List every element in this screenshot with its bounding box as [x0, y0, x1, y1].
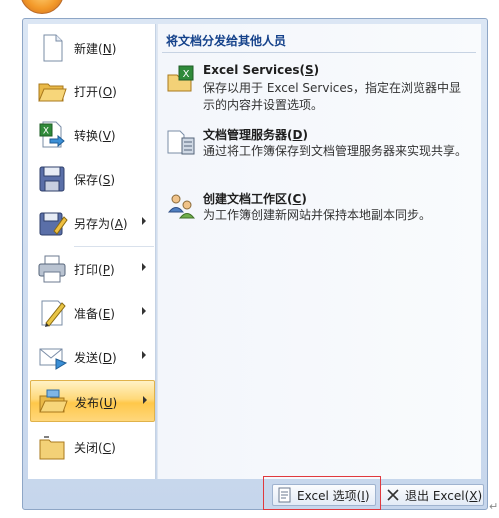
- exit-excel-button[interactable]: 退出 Excel(X): [380, 484, 484, 506]
- menu-item-label: 保存: [74, 173, 99, 187]
- close-icon: [387, 489, 399, 501]
- menu-item-close[interactable]: 关闭(C): [30, 426, 155, 468]
- menu-item-label: 打开: [74, 85, 99, 99]
- menu-item-new[interactable]: 新建(N): [30, 27, 155, 69]
- menu-item-save[interactable]: 保存(S): [30, 158, 155, 200]
- convert-icon: X: [39, 121, 65, 148]
- office-button[interactable]: [20, 0, 64, 14]
- menu-item-publish[interactable]: 发布(U): [30, 380, 155, 422]
- panel-item-description: 通过将工作簿保存到文档管理服务器来实现共享。: [203, 144, 468, 158]
- menu-item-label: 关闭: [74, 441, 99, 455]
- menu-footer: Excel 选项(I) 退出 Excel(X): [24, 481, 486, 509]
- excel-services-icon: X: [167, 65, 194, 92]
- menu-item-label: 另存为: [74, 217, 111, 231]
- open-folder-icon: [38, 83, 67, 102]
- document-server-icon: [167, 130, 195, 155]
- menu-item-label: 发布: [75, 396, 100, 410]
- submenu-arrow-icon: [143, 396, 147, 404]
- save-as-icon: [39, 212, 68, 236]
- menu-item-save-as[interactable]: 另存为(A): [30, 202, 155, 244]
- menu-item-prepare[interactable]: 准备(E): [30, 292, 155, 334]
- panel-item-description: 为工作簿创建新网站并保持本地副本同步。: [203, 208, 432, 222]
- submenu-arrow-icon: [142, 217, 146, 225]
- send-icon: [39, 348, 68, 370]
- publish-icon: [39, 389, 68, 413]
- submenu-arrow-icon: [142, 263, 146, 271]
- menu-item-print[interactable]: 打印(P): [30, 248, 155, 290]
- close-folder-icon: [39, 436, 65, 460]
- document-workspace-icon: [167, 194, 196, 219]
- panel-item-title: Excel Services: [203, 63, 300, 77]
- paragraph-mark: ↵: [489, 500, 499, 513]
- printer-icon: [38, 255, 66, 283]
- svg-text:X: X: [43, 127, 49, 137]
- panel-title: 将文档分发给其他人员: [162, 31, 476, 53]
- highlight-box: [263, 476, 381, 510]
- menu-item-open[interactable]: 打开(O): [30, 70, 155, 112]
- exit-excel-label: 退出 Excel: [405, 488, 465, 503]
- submenu-arrow-icon: [142, 307, 146, 315]
- menu-separator: [74, 246, 154, 247]
- menu-item-convert[interactable]: X 转换(V): [30, 114, 155, 156]
- menu-item-label: 发送: [74, 351, 99, 365]
- save-disk-icon: [39, 166, 65, 192]
- menu-item-send[interactable]: 发送(D): [30, 336, 155, 378]
- panel-item-title: 创建文档工作区: [203, 192, 288, 206]
- menu-item-label: 转换: [74, 129, 99, 143]
- new-document-icon: [43, 34, 63, 62]
- panel-item-description: 保存以用于 Excel Services，指定在浏览器中显示的内容并设置选项。: [203, 81, 462, 112]
- svg-text:X: X: [183, 69, 190, 80]
- submenu-arrow-icon: [142, 351, 146, 359]
- panel-item-title: 文档管理服务器: [203, 128, 288, 142]
- menu-item-label: 新建: [74, 42, 99, 56]
- prepare-icon: [41, 300, 66, 327]
- menu-item-label: 打印: [74, 263, 99, 277]
- menu-item-label: 准备: [74, 307, 99, 321]
